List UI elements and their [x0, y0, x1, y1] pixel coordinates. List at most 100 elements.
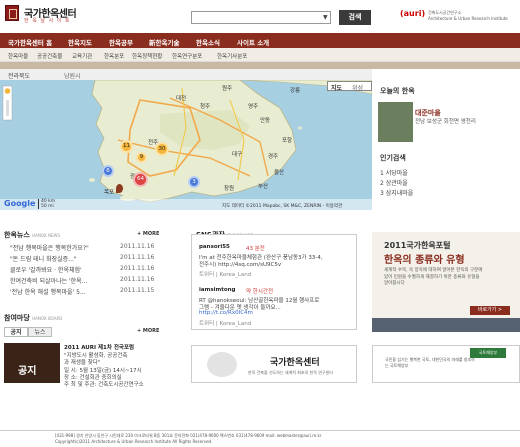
news-date: 2011.11.16 [120, 276, 155, 283]
nav-technology[interactable]: 新한옥기술 [149, 37, 179, 47]
breadcrumb [0, 69, 372, 80]
map-attribution[interactable]: 지도 데이터 ©2011 Mapabc, SK M&C, ZENRIN - 이용… [222, 203, 342, 209]
news-item[interactable]: "돈 드림 테니 화장실증..." [10, 254, 130, 263]
subnav-public-building[interactable]: 공공건축물 [37, 52, 62, 60]
promo-go-button[interactable]: 바로가기 > [470, 306, 510, 315]
sns-time: 43 분전 [246, 246, 265, 252]
today-hanok-image[interactable] [378, 102, 413, 142]
sns-time: 약 한시간전 [246, 289, 274, 295]
promo-roof-image [372, 318, 520, 332]
banner-strip [0, 62, 520, 69]
subnav-village[interactable]: 한옥마을 [8, 52, 28, 60]
tab-news[interactable]: 뉴스 [28, 327, 52, 337]
map-city-wonju: 원주 [222, 86, 233, 92]
map-cluster-marker[interactable]: 6 [102, 165, 114, 177]
map-city-ulsan: 울산 [274, 170, 285, 176]
hanok-center-sub: 한옥 건축을 선도하는 세계적 최초의 한옥 연구센터 [248, 370, 333, 375]
auri-text: 건축도시공간연구소 Architecture & Urban Research … [428, 10, 508, 22]
search-button[interactable]: 검색 [339, 10, 371, 25]
news-item[interactable]: 클로우 '갈까봐요 · 한옥체험' [10, 265, 130, 274]
sns-tags[interactable]: 트위터 | Korea_Land [199, 319, 251, 327]
mltm-banner-text: 국민을 섬기는 행복한 국토, 대한민국의 미래를 창조하는 국토해양부 [385, 357, 475, 368]
google-logo[interactable]: Google [4, 199, 35, 208]
news-section-title: 한옥뉴스 HANOK NEWS [4, 230, 60, 240]
news-item[interactable]: 한여건축비 되살아나는 '한옥... [10, 276, 130, 285]
map-cluster-marker[interactable]: 9 [136, 152, 147, 163]
nav-study[interactable]: 한옥공부 [109, 37, 133, 47]
map-city-gyeongju: 경주 [268, 154, 279, 160]
map-city-andong: 안동 [260, 118, 271, 124]
chevron-down-icon[interactable]: ▼ [323, 14, 328, 21]
map-pin-icon[interactable] [116, 184, 123, 193]
subnav-articles[interactable]: 한옥기사분포 [217, 52, 247, 60]
nav-about[interactable]: 사이트 소개 [237, 37, 269, 47]
news-more-link[interactable]: + MORE [137, 231, 159, 237]
community-title-kr: 참여마당 [4, 314, 30, 322]
nav-home[interactable]: 국가한옥센터 홈 [8, 37, 52, 47]
subnav-distribution[interactable]: 한옥분포 [104, 52, 124, 60]
map-cluster-marker[interactable]: 3 [188, 176, 200, 188]
sns-user[interactable]: pansori55 [199, 244, 230, 250]
map-cluster-marker[interactable]: 30 [155, 142, 169, 156]
promo-title: 2011국가한옥포털 [384, 241, 451, 250]
auri-logo[interactable]: (auri) [400, 9, 425, 18]
popular-search-title: 인기검색 [380, 154, 406, 162]
community-title-en: HANOK BOARD [32, 316, 63, 321]
today-hanok-location: 전남 보성군 회천면 영천리 [415, 119, 476, 125]
subnav-research[interactable]: 한옥연구분포 [172, 52, 202, 60]
sns-user[interactable]: iamsimtong [199, 287, 235, 293]
sns-text-2[interactable]: 전주시) http://4sq.com/sU9C5v [199, 260, 281, 268]
hanok-map[interactable]: 대전 청주 전주 광주 대구 울산 부산 창원 목포 포항 경주 안동 원주 강… [0, 80, 372, 210]
breadcrumb-province[interactable]: 전라북도 [8, 71, 30, 80]
community-post-line: 주 최 및 주관: 건축도시공간연구소 [64, 382, 144, 388]
map-city-busan: 부산 [258, 184, 269, 190]
news-item[interactable]: "전남 행복마을은 행복한가요?" [10, 243, 130, 252]
sns-link[interactable]: http://t.co/Rx0IC4m [199, 310, 253, 316]
search-input[interactable] [191, 11, 331, 24]
hanok-center-logo [207, 352, 237, 377]
today-hanok-name[interactable]: 대준마을 [415, 108, 441, 118]
popular-search-item[interactable]: 3 삼지내마을 [380, 188, 413, 197]
popular-search-item[interactable]: 1 서당마을 [380, 168, 408, 177]
news-item[interactable]: '전남 한옥 해설 행복마을' 5... [10, 287, 130, 296]
map-city-changwon: 창원 [224, 186, 235, 192]
hanok-center-title: 국가한옥센터 [270, 358, 320, 368]
community-post-title[interactable]: 2011 AURI 제1차 전국포럼 [64, 343, 134, 351]
site-subtitle: 한 옥 날 사 이 트 [24, 18, 71, 24]
map-city-daejeon: 대전 [176, 96, 187, 102]
map-city-mokpo: 목포 [104, 190, 115, 196]
map-cluster-marker[interactable]: 64 [133, 172, 148, 187]
popular-search-item[interactable]: 2 상관마을 [380, 178, 408, 187]
promo-subtitle: 한옥의 종류와 유형 [384, 255, 465, 266]
nav-news[interactable]: 한옥소식 [196, 37, 220, 47]
tab-notice[interactable]: 공지 [4, 327, 28, 337]
map-city-gangneung: 강릉 [290, 88, 301, 94]
map-city-pohang: 포항 [282, 138, 293, 144]
community-section-title: 참여마당 HANOK BOARD [4, 313, 62, 323]
map-cluster-marker[interactable]: 11 [120, 140, 133, 153]
news-date: 2011.11.15 [120, 287, 155, 294]
news-date: 2011.11.16 [120, 243, 155, 250]
sns-tags[interactable]: 트위터 | Korea_Land [199, 270, 251, 278]
map-city-cheongju: 청주 [200, 104, 211, 110]
logo-icon[interactable] [5, 5, 19, 21]
mltm-logo: 국토해양부 [470, 348, 506, 358]
subnav-education[interactable]: 교육기관 [72, 52, 92, 60]
map-scale-mi: 50 mi [41, 204, 54, 209]
community-post-line: 과 재생을 찾다" [64, 360, 101, 366]
breadcrumb-city[interactable]: 남원시 [64, 71, 81, 80]
footer-copyright: Copyright(c)2011 Architecture & Urban Re… [55, 439, 213, 444]
map-type-satellite-button[interactable]: 위성 [352, 83, 363, 92]
today-hanok-title: 오늘의 한옥 [380, 87, 415, 95]
map-city-yeongju: 영주 [248, 104, 259, 110]
community-more-link[interactable]: + MORE [137, 328, 159, 334]
promo-body: 세계적 수목, 옥 양옥에 대하여 알아본 한옥의 구분에 있어 민원을 수월하… [384, 268, 483, 286]
map-type-map-button[interactable]: 지도 [331, 83, 342, 92]
nav-map[interactable]: 한옥지도 [68, 37, 92, 47]
map-type-control: 지도 위성 [327, 81, 372, 92]
news-title-kr: 한옥뉴스 [4, 231, 30, 239]
map-scale: 40 km 50 mi [38, 199, 55, 209]
footer-text: [431-998] 경기 안양시 동안구 시민대로 230 아크로타워 B동 3… [55, 433, 321, 445]
subnav-policy[interactable]: 한옥정책현황 [132, 52, 162, 60]
news-date: 2011.11.16 [120, 265, 155, 272]
